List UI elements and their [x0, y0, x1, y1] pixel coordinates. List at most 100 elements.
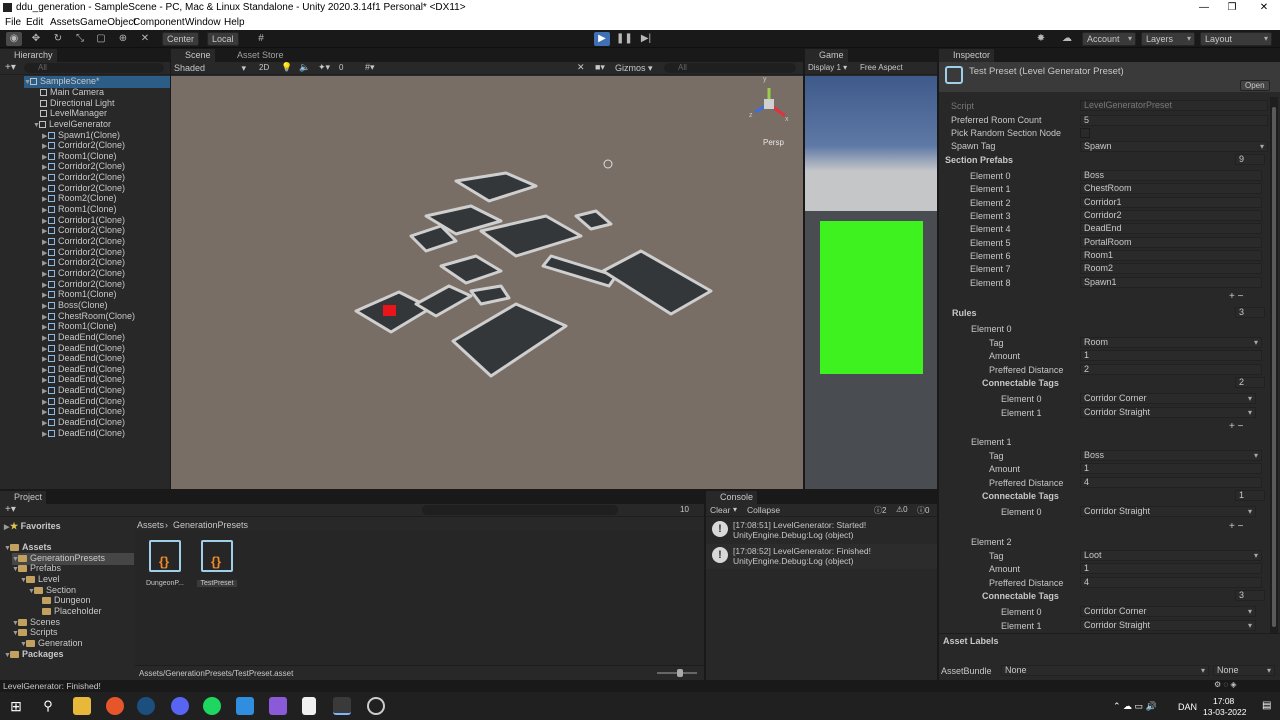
section-prefab-object-field[interactable]: Boss [1080, 170, 1262, 181]
rule-amount-field[interactable]: 1 [1080, 563, 1262, 574]
tab-game[interactable]: Game [805, 49, 848, 62]
console-clear-button[interactable]: Clear [710, 505, 730, 515]
tray-icons[interactable]: ⌃ ☁ ▭ 🔊 [1113, 701, 1157, 712]
rule-tag-dropdown[interactable]: Loot [1080, 549, 1262, 561]
tab-scene[interactable]: Scene [171, 49, 215, 62]
connectable-tag-dropdown[interactable]: Corridor Corner [1080, 393, 1256, 404]
effects-toggle-icon[interactable]: ✦▾ [318, 62, 330, 73]
2d-toggle-button[interactable]: 2D [259, 63, 269, 72]
tools-icon[interactable]: ✕ [577, 62, 585, 73]
add-connectable-tag-button[interactable]: + − [1229, 421, 1243, 432]
connectable-tag-dropdown[interactable]: Corridor Corner [1080, 606, 1256, 617]
rules-count[interactable]: 3 [1235, 307, 1265, 318]
asset-tile[interactable]: {} TestPreset [197, 540, 237, 600]
hierarchy-search-input[interactable]: All [24, 63, 164, 73]
clear-options-chevron-icon[interactable]: ▾ [733, 505, 737, 514]
section-prefab-object-field[interactable]: PortalRoom [1080, 236, 1262, 248]
pause-button[interactable]: ❚❚ [616, 32, 633, 46]
file-explorer-icon[interactable] [73, 697, 91, 715]
account-dropdown[interactable]: Account [1082, 32, 1136, 46]
pivot-local-button[interactable]: Local [207, 32, 239, 46]
layout-dropdown[interactable]: Layout [1200, 32, 1272, 46]
rule-distance-field[interactable]: 4 [1080, 476, 1262, 488]
aspect-dropdown[interactable]: Free Aspect [860, 63, 903, 72]
scale-tool-icon[interactable]: ⤡ [72, 32, 88, 46]
menu-window[interactable]: Window [185, 17, 221, 28]
cloud-icon[interactable]: ☁ [1059, 32, 1075, 46]
spotify-icon[interactable] [203, 697, 221, 715]
asset-tile[interactable]: {} DungeonP... [145, 540, 185, 600]
menu-assets[interactable]: Assets [50, 17, 80, 28]
tab-project[interactable]: Project [0, 491, 47, 504]
project-folder-item[interactable]: ▼ Packages [4, 649, 64, 661]
grid-snap-icon[interactable]: # [253, 32, 269, 46]
keyboard-language[interactable]: DAN [1178, 702, 1197, 712]
add-prefab-button[interactable]: + − [1229, 291, 1243, 302]
minimize-button[interactable]: — [1190, 0, 1218, 16]
close-button[interactable]: ✕ [1250, 0, 1278, 16]
notepad-icon[interactable] [302, 697, 316, 715]
hierarchy-item[interactable]: Main Camera [40, 87, 104, 97]
asset-bundle-variant-dropdown[interactable]: None [1213, 665, 1275, 676]
custom-tool-icon[interactable]: ✕ [137, 32, 153, 46]
console-log-entry[interactable]: ! [17:08:52] LevelGenerator: Finished! Uni… [706, 544, 937, 569]
unity-hub-icon[interactable] [367, 697, 385, 715]
game-viewport[interactable] [805, 76, 937, 489]
add-object-button[interactable]: +▾ [5, 62, 16, 73]
notification-icon[interactable]: ▤ [1262, 700, 1271, 711]
hidden-packages-count[interactable]: 10 [680, 505, 689, 514]
grid-toggle-icon[interactable]: #▾ [365, 62, 375, 73]
camera-icon[interactable]: ■▾ [595, 62, 605, 73]
status-message[interactable]: LevelGenerator: Finished! [3, 681, 101, 691]
menu-component[interactable]: Component [133, 17, 185, 28]
inspector-field-value[interactable]: 5 [1080, 115, 1268, 126]
hierarchy-item[interactable]: Directional Light [40, 98, 115, 108]
connectable-tags-count[interactable]: 1 [1235, 490, 1265, 501]
rule-distance-field[interactable]: 2 [1080, 363, 1262, 375]
rule-amount-field[interactable]: 1 [1080, 463, 1262, 474]
layers-dropdown[interactable]: Layers [1141, 32, 1195, 46]
console-collapse-button[interactable]: Collapse [747, 505, 780, 515]
rule-tag-dropdown[interactable]: Room [1080, 336, 1262, 348]
clock-date[interactable]: 13-03-2022 [1203, 707, 1246, 717]
asset-bundle-dropdown[interactable]: None [1001, 665, 1209, 676]
display-dropdown[interactable]: Display 1 ▾ [808, 63, 847, 72]
create-asset-button[interactable]: +▾ [5, 504, 16, 515]
rule-tag-dropdown[interactable]: Boss [1080, 449, 1262, 461]
tab-asset-store[interactable]: Asset Store [223, 49, 288, 62]
favorites-item[interactable]: ▶★ Favorites [4, 521, 61, 533]
console-log-toggle[interactable]: ⓘ2 [874, 505, 886, 516]
rect-tool-icon[interactable]: ▢ [93, 32, 109, 46]
console-error-toggle[interactable]: ⓘ0 [917, 505, 929, 516]
rule-amount-field[interactable]: 1 [1080, 350, 1262, 361]
scene-gizmo-axis[interactable]: y x z [749, 76, 793, 126]
menu-edit[interactable]: Edit [26, 17, 43, 28]
play-button[interactable]: ▶ [594, 32, 610, 46]
scene-search-input[interactable]: All [664, 63, 796, 73]
connectable-tags-count[interactable]: 2 [1235, 377, 1265, 388]
rotate-tool-icon[interactable]: ↻ [50, 32, 66, 46]
section-prefab-object-field[interactable]: Corridor2 [1080, 210, 1262, 222]
view-tool-icon[interactable]: ◉ [6, 32, 22, 46]
steam-icon[interactable] [137, 697, 155, 715]
clock-time[interactable]: 17:08 [1213, 696, 1234, 706]
section-prefab-object-field[interactable]: ChestRoom [1080, 183, 1262, 195]
section-prefabs-count[interactable]: 9 [1235, 154, 1265, 165]
connectable-tag-dropdown[interactable]: Corridor Straight [1080, 619, 1256, 631]
tab-console[interactable]: Console [706, 491, 758, 504]
connectable-tag-dropdown[interactable]: Corridor Straight [1080, 406, 1256, 418]
pivot-center-button[interactable]: Center [162, 32, 200, 46]
menu-file[interactable]: File [5, 17, 21, 28]
menu-help[interactable]: Help [224, 17, 245, 28]
inspector-field-value[interactable]: Spawn [1080, 141, 1268, 153]
persp-label[interactable]: Persp [763, 138, 784, 147]
section-prefab-object-field[interactable]: Room2 [1080, 263, 1262, 275]
add-connectable-tag-button[interactable]: + − [1229, 521, 1243, 532]
console-log-entry[interactable]: ! [17:08:51] LevelGenerator: Started! Unit… [706, 518, 937, 543]
lighting-toggle-icon[interactable]: 💡 [281, 62, 292, 73]
breadcrumb-assets[interactable]: Assets [137, 520, 164, 530]
connectable-tag-dropdown[interactable]: Corridor Straight [1080, 506, 1256, 517]
section-prefab-object-field[interactable]: Spawn1 [1080, 276, 1262, 288]
shading-dropdown[interactable]: Shaded ▾ [174, 63, 246, 73]
pick-random-checkbox[interactable] [1080, 128, 1090, 139]
